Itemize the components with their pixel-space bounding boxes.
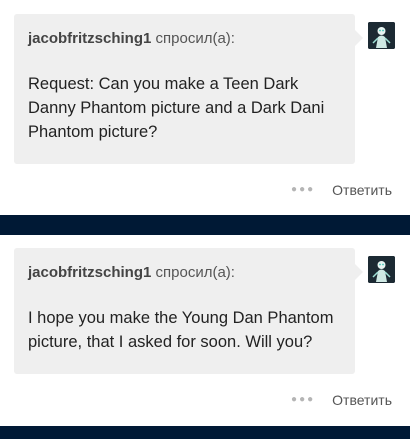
asker-line: jacobfritzsching1 спросил(а): — [28, 263, 341, 283]
avatar-ghost-icon — [368, 256, 395, 283]
question-text: Request: Can you make a Teen Dark Danny … — [28, 75, 325, 141]
post-footer: ●●● Ответить — [291, 390, 392, 410]
asker-name-link[interactable]: jacobfritzsching1 — [28, 30, 151, 47]
avatar[interactable] — [368, 22, 395, 49]
post-divider — [0, 215, 410, 235]
more-dots-icon[interactable]: ●●● — [291, 180, 315, 200]
more-dots-icon[interactable]: ●●● — [291, 390, 315, 410]
avatar-ghost-icon — [368, 22, 395, 49]
reply-button[interactable]: Ответить — [332, 390, 392, 410]
post-footer: ●●● Ответить — [291, 180, 392, 200]
post-divider — [0, 426, 410, 439]
asked-label: спросил(а): — [155, 264, 235, 281]
asker-line: jacobfritzsching1 спросил(а): — [28, 29, 341, 49]
asker-name-link[interactable]: jacobfritzsching1 — [28, 264, 151, 281]
avatar[interactable] — [368, 256, 395, 283]
ask-post: jacobfritzsching1 спросил(а): Request: C… — [0, 0, 410, 215]
asked-label: спросил(а): — [155, 30, 235, 47]
ask-bubble: jacobfritzsching1 спросил(а): I hope you… — [14, 248, 363, 374]
ask-post: jacobfritzsching1 спросил(а): I hope you… — [0, 235, 410, 426]
ask-bubble: jacobfritzsching1 спросил(а): Request: C… — [14, 14, 363, 164]
question-text: I hope you make the Young Dan Phantom pi… — [28, 309, 334, 351]
reply-button[interactable]: Ответить — [332, 180, 392, 200]
